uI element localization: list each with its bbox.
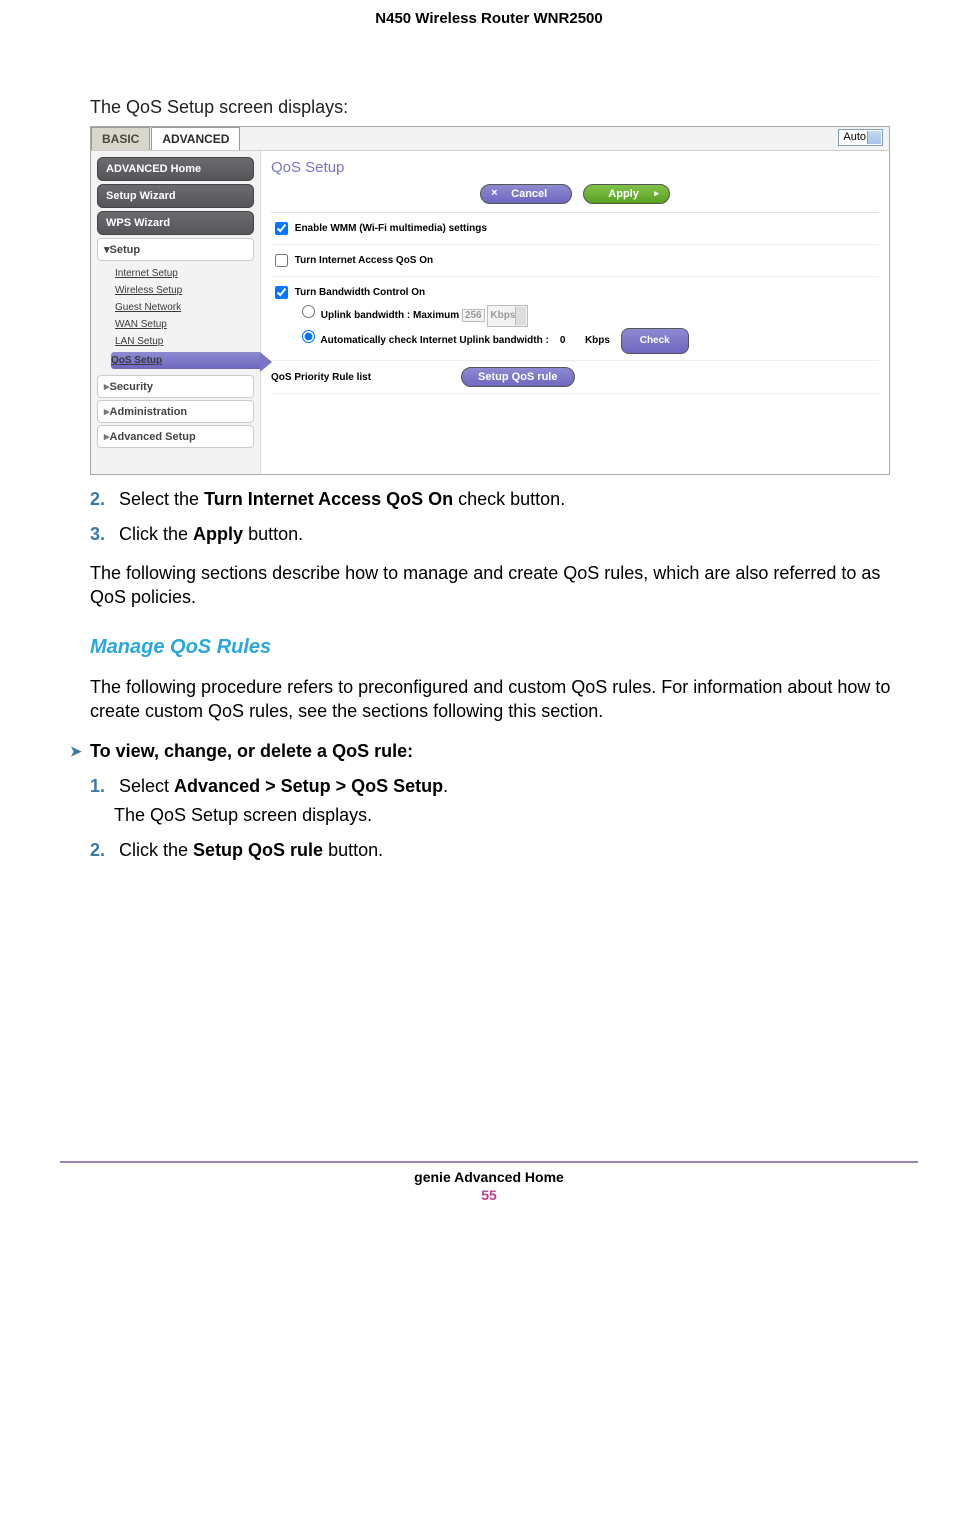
bandwidth-control-checkbox[interactable]	[275, 286, 288, 299]
internet-qos-checkbox[interactable]	[275, 254, 288, 267]
proc-step-1: 1. Select Advanced > Setup > QoS Setup.	[90, 776, 918, 797]
auto-check-radio[interactable]	[302, 330, 315, 343]
step-number: 2.	[90, 489, 114, 510]
step-number: 2.	[90, 840, 114, 861]
cancel-button[interactable]: Cancel	[480, 184, 572, 204]
enable-wmm-checkbox[interactable]	[275, 222, 288, 235]
internet-qos-label: Turn Internet Access QoS On	[295, 255, 433, 266]
auto-check-label: Automatically check Internet Uplink band…	[320, 335, 548, 346]
screenshot-frame: BASIC ADVANCED Auto ADVANCED Home Setup …	[90, 126, 890, 475]
priority-rule-list-label: QoS Priority Rule list	[271, 372, 371, 383]
sidebar: ADVANCED Home Setup Wizard WPS Wizard Se…	[91, 151, 261, 474]
step-number: 1.	[90, 776, 114, 797]
enable-wmm-label: Enable WMM (Wi-Fi multimedia) settings	[295, 223, 487, 234]
auto-check-unit: Kbps	[585, 335, 610, 346]
nav-guest-network[interactable]: Guest Network	[115, 299, 260, 316]
uplink-max-radio[interactable]	[302, 305, 315, 318]
uplink-unit-dropdown[interactable]: Kbps	[487, 305, 528, 327]
paragraph: The following sections describe how to m…	[90, 561, 918, 610]
auto-check-value: 0	[560, 335, 566, 346]
content-title: QoS Setup	[271, 155, 879, 182]
nav-wan-setup[interactable]: WAN Setup	[115, 316, 260, 333]
proc-step-1-sub: The QoS Setup screen displays.	[114, 805, 918, 826]
nav-lan-setup[interactable]: LAN Setup	[115, 333, 260, 350]
step-3: 3. Click the Apply button.	[90, 524, 918, 545]
section-heading: Manage QoS Rules	[90, 636, 918, 659]
nav-wireless-setup[interactable]: Wireless Setup	[115, 282, 260, 299]
step-number: 3.	[90, 524, 114, 545]
nav-setup-expanded[interactable]: Setup	[97, 238, 254, 261]
uplink-max-label: Uplink bandwidth : Maximum	[321, 310, 459, 321]
nav-internet-setup[interactable]: Internet Setup	[115, 265, 260, 282]
check-button[interactable]: Check	[621, 328, 689, 354]
nav-administration[interactable]: Administration	[97, 400, 254, 423]
tab-advanced[interactable]: ADVANCED	[151, 127, 240, 150]
setup-qos-rule-button[interactable]: Setup QoS rule	[461, 367, 574, 387]
nav-advanced-setup[interactable]: Advanced Setup	[97, 425, 254, 448]
uplink-max-input[interactable]: 256	[462, 309, 485, 322]
nav-setup-wizard[interactable]: Setup Wizard	[97, 184, 254, 208]
nav-qos-setup-active[interactable]: QoS Setup	[111, 352, 260, 369]
tab-basic[interactable]: BASIC	[91, 127, 150, 150]
nav-security[interactable]: Security	[97, 375, 254, 398]
nav-wps-wizard[interactable]: WPS Wizard	[97, 211, 254, 235]
footer-page-number: 55	[60, 1185, 918, 1213]
apply-button[interactable]: Apply	[583, 184, 670, 204]
bandwidth-control-label: Turn Bandwidth Control On	[295, 287, 425, 298]
intro-text: The QoS Setup screen displays:	[90, 97, 918, 118]
content-pane: QoS Setup Cancel Apply Enable WMM (Wi-Fi…	[261, 151, 889, 474]
paragraph: The following procedure refers to precon…	[90, 675, 918, 724]
step-2: 2. Select the Turn Internet Access QoS O…	[90, 489, 918, 510]
nav-advanced-home[interactable]: ADVANCED Home	[97, 157, 254, 181]
footer-title: genie Advanced Home	[60, 1163, 918, 1185]
page-header: N450 Wireless Router WNR2500	[60, 0, 918, 27]
procedure-heading: To view, change, or delete a QoS rule:	[70, 741, 918, 762]
proc-step-2: 2. Click the Setup QoS rule button.	[90, 840, 918, 861]
language-dropdown[interactable]: Auto	[838, 129, 883, 146]
